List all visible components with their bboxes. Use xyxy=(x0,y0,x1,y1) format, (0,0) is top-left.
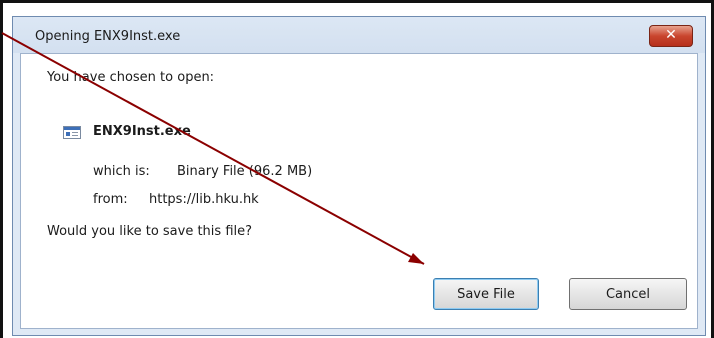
dialog-body: You have chosen to open: ENX9Inst.exe wh… xyxy=(20,53,698,329)
file-type-label: which is: xyxy=(93,164,150,179)
close-button[interactable]: ✕ xyxy=(649,25,693,47)
intro-text: You have chosen to open: xyxy=(47,70,215,85)
dialog-title: Opening ENX9Inst.exe xyxy=(35,29,181,44)
frame-border-top xyxy=(0,0,714,3)
screenshot-frame: Opening ENX9Inst.exe ✕ You have chosen t… xyxy=(0,0,714,338)
save-question: Would you like to save this file? xyxy=(47,224,253,239)
file-source-label: from: xyxy=(93,192,128,207)
download-dialog: Opening ENX9Inst.exe ✕ You have chosen t… xyxy=(12,16,706,336)
file-name: ENX9Inst.exe xyxy=(93,124,191,139)
dialog-titlebar[interactable]: Opening ENX9Inst.exe ✕ xyxy=(13,17,705,53)
application-file-icon xyxy=(63,126,81,139)
frame-border-left xyxy=(0,0,3,338)
file-type-value: Binary File (96.2 MB) xyxy=(177,164,313,179)
close-icon: ✕ xyxy=(665,27,677,43)
save-file-button[interactable]: Save File xyxy=(433,278,539,310)
cancel-button[interactable]: Cancel xyxy=(569,278,687,310)
file-source-value: https://lib.hku.hk xyxy=(149,192,259,207)
